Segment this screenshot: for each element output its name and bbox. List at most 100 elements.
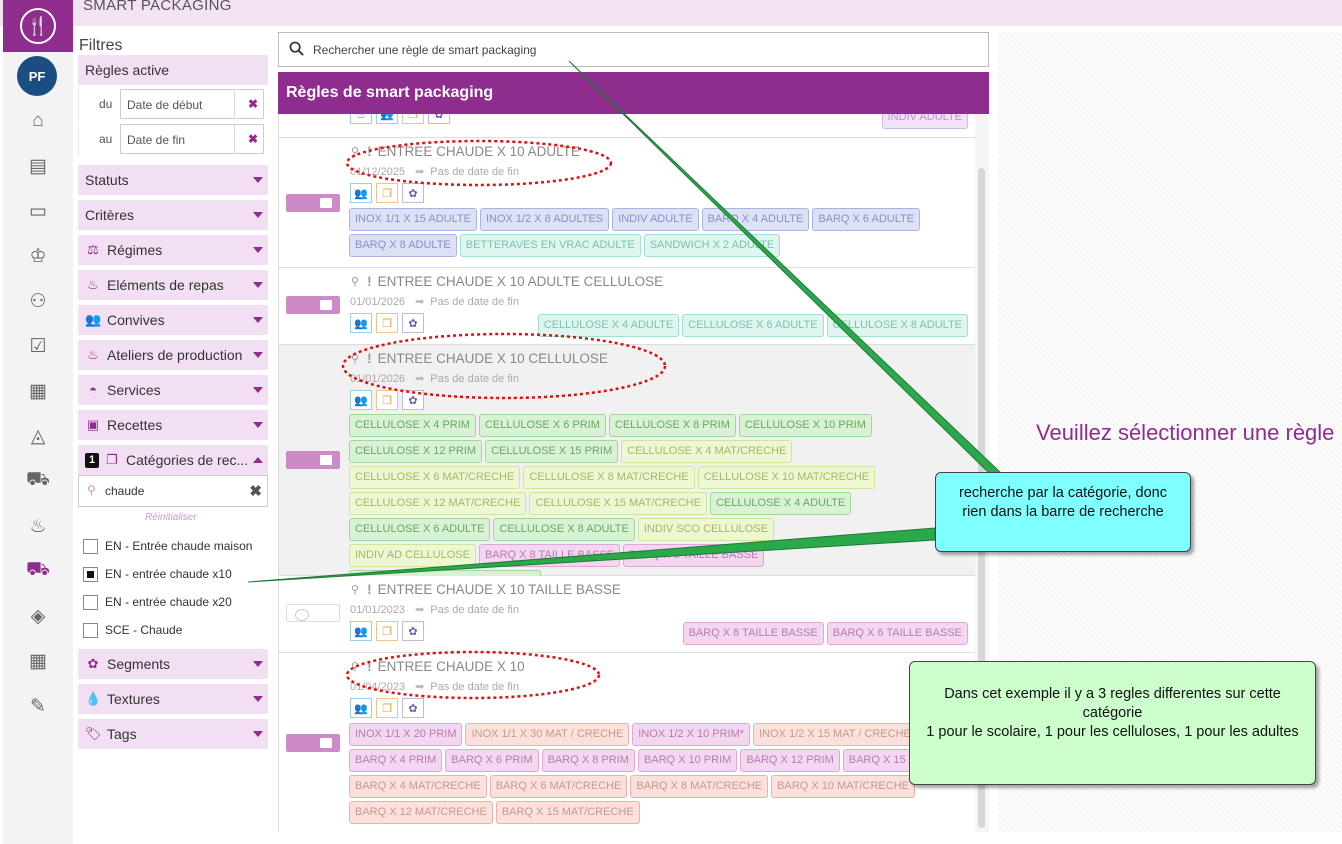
filter-segments[interactable]: ✿ Segments (78, 649, 268, 679)
arrow-right-icon: ➡ (415, 166, 425, 178)
layers-icon[interactable]: ◈ (25, 603, 51, 629)
filter-criteres[interactable]: Critères (78, 200, 268, 230)
packaging-tag: BARQ X 6 ADULTE (812, 208, 921, 231)
inbox-icon[interactable]: ▭ (25, 198, 51, 224)
packaging-tag: CELLULOSE X 8 ADULTE (493, 518, 635, 541)
chef-hat-icon[interactable]: ♔ (25, 243, 51, 269)
store-icon[interactable]: ▤ (25, 153, 51, 179)
checkbox[interactable] (83, 538, 98, 554)
category-option-label: SCE - Chaude (105, 623, 183, 637)
packaging-tag: INDIV ADULTE (612, 208, 699, 231)
start-date: 01/01/2026 (350, 373, 406, 385)
cart-icon[interactable]: ⛟ (25, 468, 51, 494)
active-toggle[interactable] (286, 734, 340, 752)
filter-tags[interactable]: 🏷 Tags (78, 719, 268, 749)
rule-card[interactable]: ⚲! ENTREE CHAUDE X 10 ADULTE CELLULOSE 01/… (279, 268, 975, 345)
active-toggle[interactable] (286, 451, 340, 469)
packaging-tag: BARQ X 6 TAILLE BASSE (826, 622, 968, 645)
chevron-down-icon (253, 387, 263, 393)
checklist-icon[interactable]: ☑ (25, 333, 51, 359)
packaging-tag: INOX 1/2 X 15 MAT / CRECHE (753, 723, 917, 746)
filter-label: Critères (85, 207, 135, 223)
users-icon[interactable]: ⚇ (25, 288, 51, 314)
rule-card[interactable]: ⚲! ENTREE CHAUDE X 10 CELLULOSE 01/01/2026… (279, 345, 975, 593)
users-group-icon: 👥 (350, 313, 372, 333)
packaging-tag: INOX 1/1 X 20 PRIM (349, 723, 463, 746)
clear-date-to-icon[interactable]: ✖ (248, 132, 258, 146)
date-to-label: au (99, 132, 113, 146)
rule-card[interactable]: ⚲! ENTREE CHAUDE X 10 TAILLE BASSE 01/01/2… (279, 576, 975, 653)
search-input[interactable] (313, 39, 963, 61)
tag-icon: 🏷 (85, 726, 102, 741)
active-toggle[interactable] (286, 194, 340, 212)
checkbox[interactable] (83, 566, 98, 582)
rule-card[interactable]: ⚲! ENTREE CHAUDE X 10 01/04/2023 ➡ Pas de da… (279, 653, 975, 832)
copy-icon: ❐ (376, 698, 398, 718)
filter-categories[interactable]: 1 ❐ Catégories de rec... (78, 445, 268, 475)
filter-elements[interactable]: ♨ Eléments de repas (78, 270, 268, 300)
users-group-icon: 👥 (350, 621, 372, 641)
arrow-right-icon: ➡ (415, 373, 425, 385)
rule-card[interactable]: ⚲! ENTREE CHAUDE X 10 ADULTE 01/12/2025 ➡ Pa… (279, 138, 975, 268)
checkbox[interactable] (83, 594, 98, 610)
category-option[interactable]: SCE - Chaude (83, 621, 182, 639)
search-icon (289, 41, 304, 56)
segments-icon: ✿ (402, 183, 424, 203)
wrench-icon[interactable]: ✎ (25, 693, 51, 719)
start-date: 01/01/2026 (350, 296, 406, 308)
cooking-pot-icon[interactable]: ♨ (25, 513, 51, 539)
bell-icon[interactable]: ◬ (25, 423, 51, 449)
filter-ateliers[interactable]: ♨ Ateliers de production (78, 340, 268, 370)
date-from-input[interactable]: Date de début (120, 89, 264, 119)
packaging-tag: BARQ X 6 TAILLE BASSE (623, 544, 765, 567)
drop-icon: 💧 (85, 691, 102, 706)
filter-statuts[interactable]: Statuts (78, 165, 268, 195)
app-logo[interactable]: 🍴 (3, 0, 73, 52)
category-search-input[interactable]: ⚲ chaude ✖ (78, 475, 268, 507)
rule-card-partial[interactable]: ♨ 👥 ❐ ✿ INDIV ADULTE (279, 114, 975, 138)
calculator-icon[interactable]: ▦ (25, 648, 51, 674)
users-group-icon: 👥 (350, 183, 372, 203)
avatar[interactable]: PF (17, 56, 57, 96)
callout-text: 1 pour le scolaire, 1 pour les cellulose… (926, 724, 1299, 740)
filter-textures[interactable]: 💧 Textures (78, 684, 268, 714)
document-icon[interactable]: ▦ (25, 378, 51, 404)
filter-regimes[interactable]: ⚖ Régimes (78, 235, 268, 265)
segments-icon: ✿ (402, 313, 424, 333)
list-header: Règles de smart packaging (278, 72, 989, 114)
end-date: Pas de date de fin (430, 166, 519, 178)
truck-icon[interactable]: ⛟ (25, 558, 51, 584)
chevron-down-icon (253, 352, 263, 358)
reset-link[interactable]: Réinitialiser (145, 512, 197, 523)
rule-title: ⚲! ENTREE CHAUDE X 10 ADULTE CELLULOSE (351, 274, 663, 289)
packaging-tag: SANDWICH X 2 ADULTE (643, 234, 781, 257)
rule-title: ⚲! ENTREE CHAUDE X 10 TAILLE BASSE (351, 582, 621, 597)
packaging-tag: BARQ X 12 MAT/CRECHE (349, 801, 493, 824)
filter-convives[interactable]: 👥 Convives (78, 305, 268, 335)
clear-date-from-icon[interactable]: ✖ (248, 97, 258, 111)
segments-icon: ✿ (402, 698, 424, 718)
filter-label: Catégories de rec... (126, 452, 249, 468)
packaging-tag: BARQ X 8 PRIM (541, 749, 635, 772)
packaging-tag: CELLULOSE X 12 MAT/CRECHE (349, 492, 527, 515)
category-option[interactable]: EN - entrée chaude x20 (83, 593, 232, 611)
checkbox[interactable] (83, 622, 98, 638)
clear-search-icon[interactable]: ✖ (249, 482, 262, 500)
filter-active-rules: Règles active (78, 55, 268, 85)
active-toggle[interactable] (286, 604, 340, 622)
scale-icon: ⚖ (87, 242, 99, 257)
alert-icon: ! (367, 659, 372, 674)
filter-services[interactable]: ◓ Services (78, 375, 268, 405)
category-option[interactable]: EN - Entrée chaude maison (83, 537, 252, 555)
active-toggle[interactable] (286, 296, 340, 314)
empty-state-message: Veuillez sélectionner une règle (1036, 420, 1335, 445)
recipe-book-icon: ▣ (86, 417, 100, 432)
date-to-input[interactable]: Date de fin (120, 124, 264, 154)
home-icon[interactable]: ⌂ (25, 108, 51, 134)
divider (234, 124, 235, 154)
filter-recettes[interactable]: ▣ Recettes (78, 410, 268, 440)
packaging-tag: INDIV ADULTE (881, 114, 968, 129)
packaging-tag: BETTERAVES EN VRAC ADULTE (459, 234, 641, 257)
category-option[interactable]: EN - entrée chaude x10 (83, 565, 232, 583)
packaging-tag: INDIV SCO CELLULOSE (637, 518, 774, 541)
